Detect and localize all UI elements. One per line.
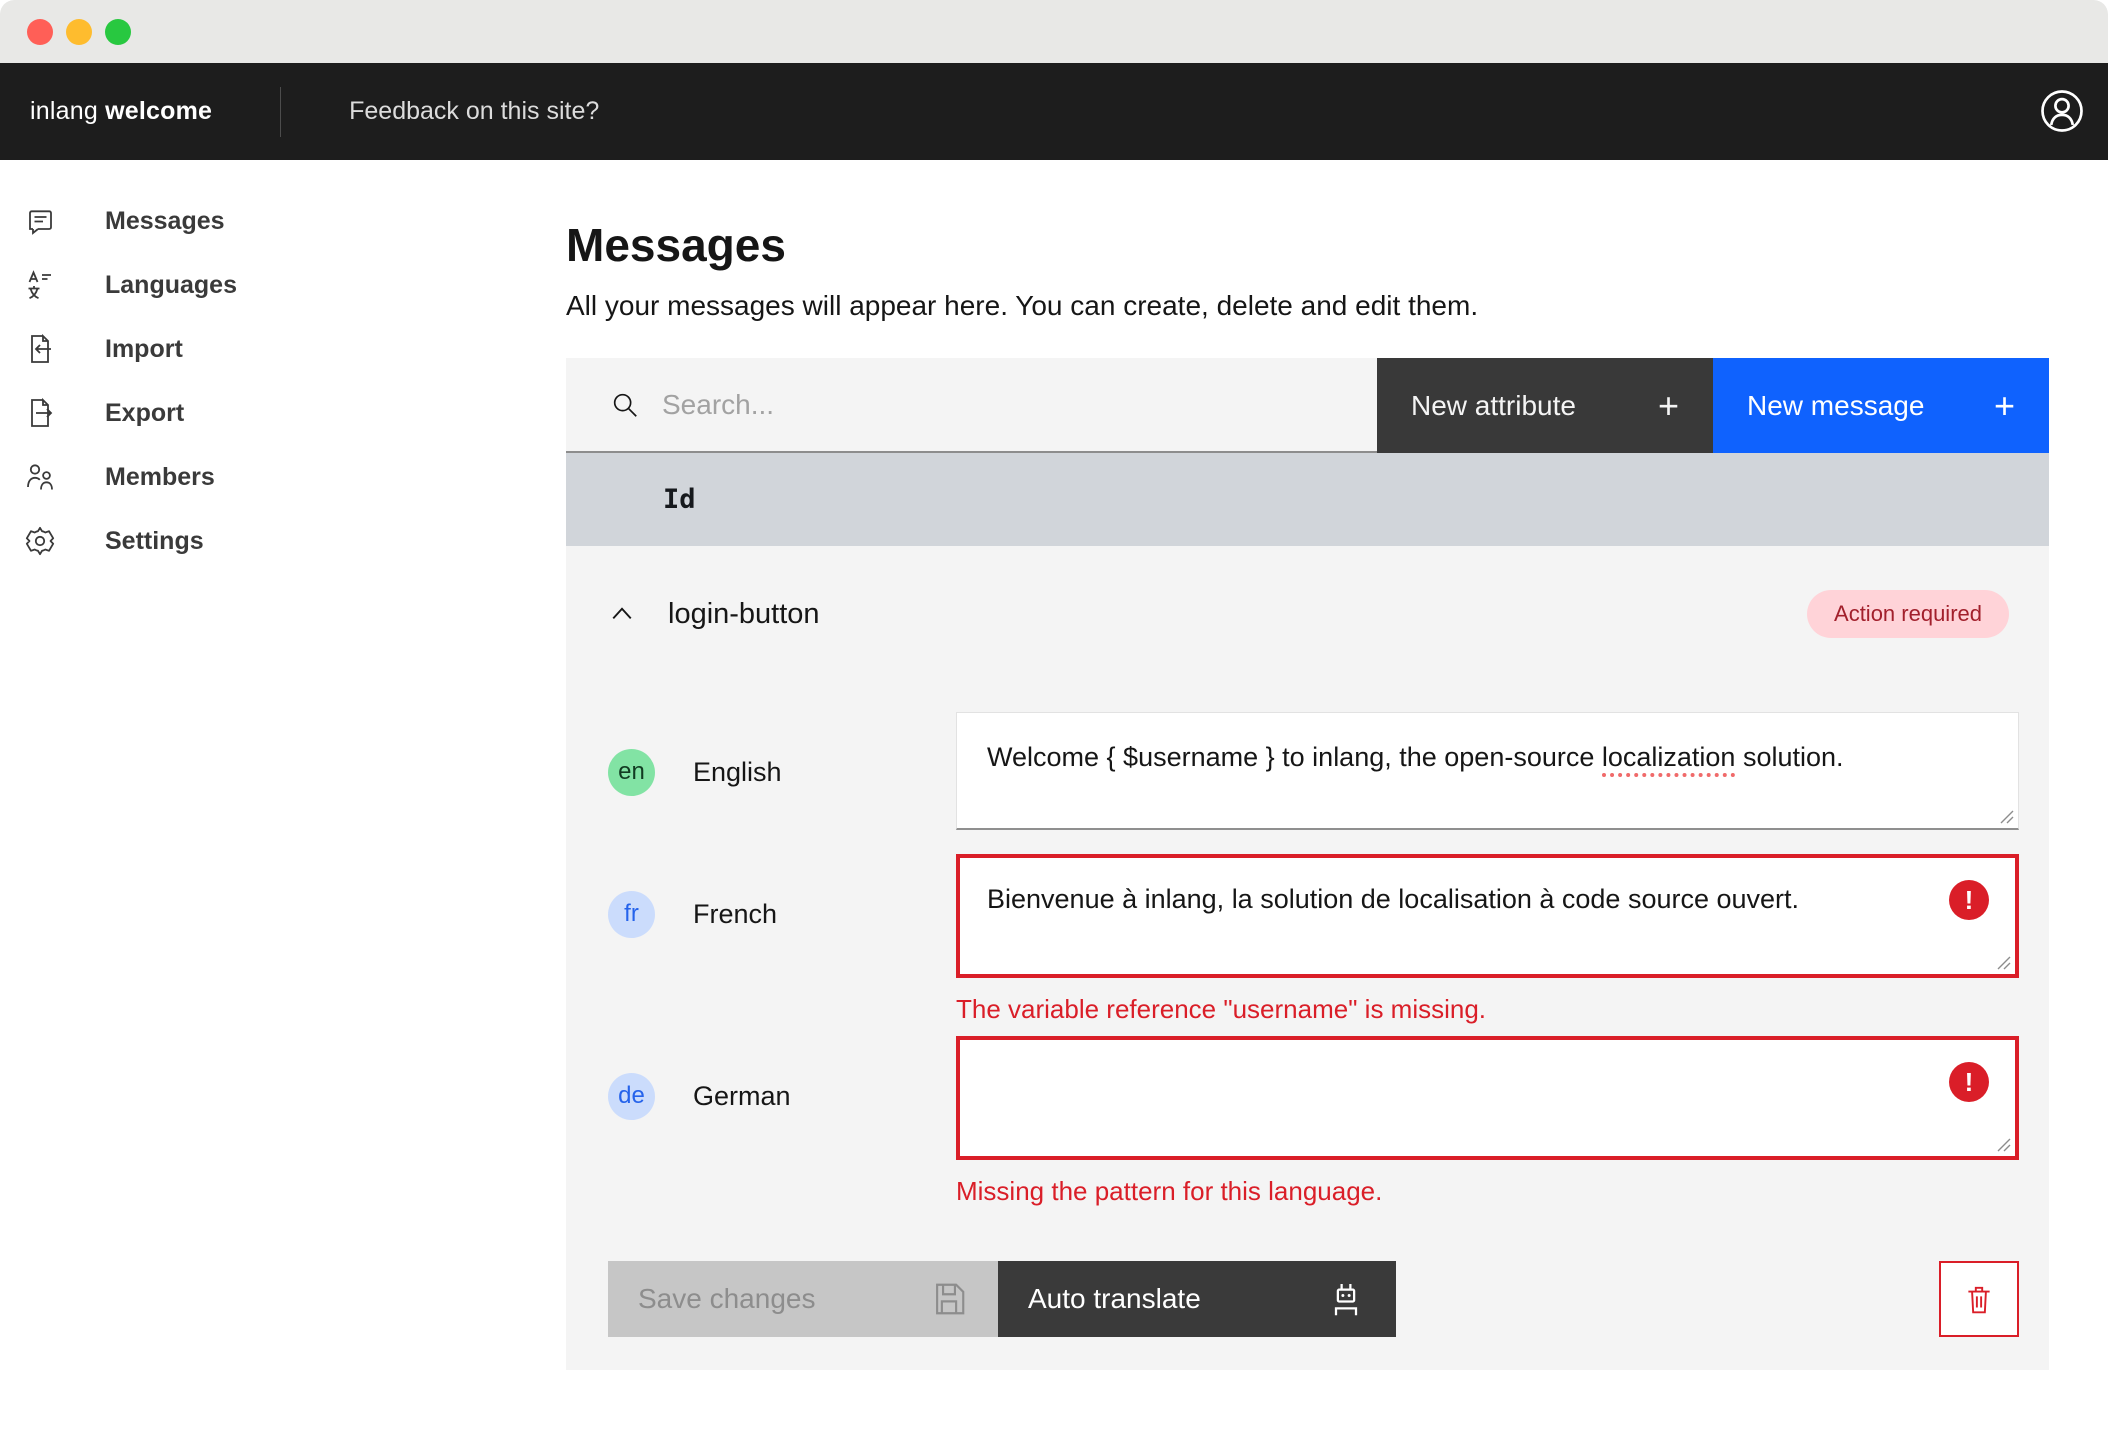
sidebar-item-settings[interactable]: Settings (0, 509, 565, 573)
plus-icon: + (1994, 388, 2015, 424)
user-avatar-icon[interactable] (2038, 87, 2086, 135)
language-cell: fr French (608, 854, 956, 974)
maximize-window-button[interactable] (105, 19, 131, 45)
message-row-header: login-button Action required (608, 546, 2019, 638)
brand-logo[interactable]: inlang welcome (30, 97, 212, 126)
message-id: login-button (668, 598, 820, 631)
translations: en English Welcome { $username } to inla… (608, 712, 2019, 1206)
language-cell: de German (608, 1036, 956, 1156)
page-subtitle: All your messages will appear here. You … (566, 290, 2049, 322)
language-name: German (693, 1081, 791, 1112)
message-actions: Save changes Auto translate (608, 1261, 2019, 1337)
table-header-id: Id (566, 453, 2049, 546)
save-changes-button[interactable]: Save changes (608, 1261, 998, 1337)
message-card: login-button Action required en English … (566, 546, 2049, 1370)
page-title: Messages (566, 218, 2049, 272)
app-header: inlang welcome Feedback on this site? (0, 63, 2108, 160)
error-icon: ! (1949, 1062, 1989, 1102)
language-badge-de: de (608, 1073, 655, 1120)
error-message: Missing the pattern for this language. (956, 1176, 2019, 1206)
language-cell: en English (608, 712, 956, 832)
sidebar-item-label: Messages (105, 207, 225, 236)
close-window-button[interactable] (27, 19, 53, 45)
search-icon (610, 390, 640, 420)
import-icon (24, 333, 56, 365)
translation-row-french: fr French Bienvenue à inlang, la solutio… (608, 854, 2019, 1024)
new-message-label: New message (1747, 390, 1924, 422)
header-divider (280, 87, 281, 137)
search-field[interactable] (566, 358, 1377, 453)
text-segment: Bienvenue à inlang, la solution de local… (987, 884, 1799, 914)
error-message: The variable reference "username" is mis… (956, 994, 2019, 1024)
sidebar-item-languages[interactable]: Languages (0, 253, 565, 317)
misspelled-word: localization (1602, 742, 1736, 777)
new-message-button[interactable]: New message + (1713, 358, 2049, 453)
sidebar-item-label: Export (105, 399, 184, 428)
app-window: inlang welcome Feedback on this site? Me… (0, 0, 2108, 1436)
minimize-window-button[interactable] (66, 19, 92, 45)
new-attribute-label: New attribute (1411, 390, 1576, 422)
window-titlebar (0, 0, 2108, 63)
language-badge-en: en (608, 749, 655, 796)
language-name: English (693, 757, 782, 788)
translation-row-english: en English Welcome { $username } to inla… (608, 712, 2019, 832)
translation-textarea-en[interactable]: Welcome { $username } to inlang, the ope… (956, 712, 2019, 830)
settings-icon (24, 525, 56, 557)
translation-textarea-fr[interactable]: Bienvenue à inlang, la solution de local… (956, 854, 2019, 978)
chevron-up-icon[interactable] (608, 600, 636, 628)
auto-translate-button[interactable]: Auto translate (998, 1261, 1396, 1337)
sidebar-item-import[interactable]: Import (0, 317, 565, 381)
sidebar-item-export[interactable]: Export (0, 381, 565, 445)
sidebar-item-label: Members (105, 463, 215, 492)
text-segment: solution. (1735, 742, 1843, 772)
search-input[interactable] (662, 389, 1377, 421)
save-icon (930, 1280, 968, 1318)
resize-handle[interactable] (1996, 955, 2011, 970)
chat-icon (24, 205, 56, 237)
language-badge-fr: fr (608, 891, 655, 938)
members-icon (24, 461, 56, 493)
translation-textarea-de[interactable]: ! (956, 1036, 2019, 1160)
robot-icon (1326, 1279, 1366, 1319)
sidebar-item-label: Languages (105, 271, 237, 300)
resize-handle[interactable] (1999, 809, 2014, 824)
status-badge: Action required (1807, 590, 2009, 638)
text-segment: Welcome { $username } to inlang, the ope… (987, 742, 1602, 772)
translate-icon (24, 269, 56, 301)
toolbar: New attribute + New message + (566, 358, 2049, 453)
new-attribute-button[interactable]: New attribute + (1377, 358, 1713, 453)
export-icon (24, 397, 56, 429)
sidebar: Messages Languages Import Export (0, 160, 565, 573)
feedback-link[interactable]: Feedback on this site? (349, 97, 599, 126)
auto-translate-label: Auto translate (1028, 1283, 1201, 1315)
language-name: French (693, 899, 777, 930)
sidebar-item-messages[interactable]: Messages (0, 189, 565, 253)
translation-row-german: de German ! Missing the pattern for this… (608, 1036, 2019, 1206)
sidebar-item-members[interactable]: Members (0, 445, 565, 509)
sidebar-item-label: Import (105, 335, 183, 364)
sidebar-item-label: Settings (105, 527, 204, 556)
trash-icon (1962, 1282, 1996, 1316)
delete-message-button[interactable] (1939, 1261, 2019, 1337)
save-changes-label: Save changes (638, 1283, 815, 1315)
plus-icon: + (1658, 388, 1679, 424)
main-content: Messages All your messages will appear h… (566, 160, 2049, 1370)
resize-handle[interactable] (1996, 1137, 2011, 1152)
error-icon: ! (1949, 880, 1989, 920)
